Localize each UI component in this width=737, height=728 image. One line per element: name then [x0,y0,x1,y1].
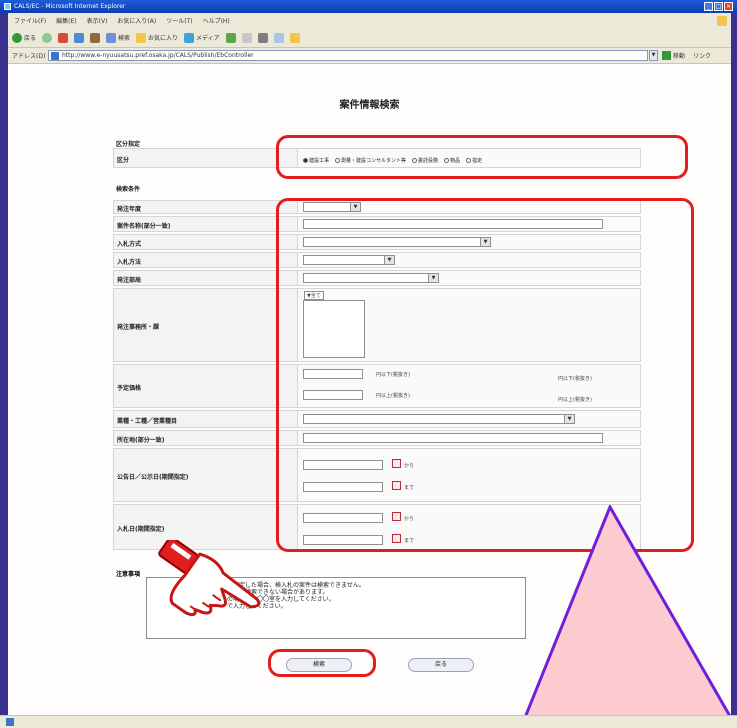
back-arrow-icon [12,32,22,43]
window-titlebar: CALS/EC - Microsoft Internet Explorer _ … [0,0,737,13]
menu-help[interactable]: ヘルプ(H) [203,16,230,25]
history-icon[interactable] [225,32,236,43]
browser-icon [4,3,11,10]
search-icon [106,32,117,43]
back-button[interactable]: 戻る [12,32,36,43]
highlight-kubun [276,135,688,179]
browser-toolbar: 戻る 検索 お気に入り メディア [8,28,731,48]
close-icon[interactable]: × [724,2,733,11]
page-title: 案件情報検索 [339,100,400,111]
kubun-label: 区分 [117,157,130,164]
highlight-search-button [268,649,376,677]
pink-triangle-overlay [520,505,737,727]
home-icon[interactable] [90,32,101,43]
window-title: CALS/EC - Microsoft Internet Explorer [14,3,126,10]
windows-logo-icon [717,15,727,26]
address-url: http://www.e-nyuusatsu.pref.osaka.jp/CAL… [62,52,254,59]
window-frame-left [0,0,8,727]
menu-bar: ファイル(F) 編集(E) 表示(V) お気に入り(A) ツール(T) ヘルプ(… [8,13,731,28]
address-dropdown-icon[interactable]: ▼ [649,50,658,61]
go-arrow-icon [662,51,671,60]
folder-icon[interactable] [289,32,300,43]
status-bar [0,715,737,728]
favorites-button[interactable]: お気に入り [136,32,178,43]
address-label: アドレス(D) [12,53,46,60]
links-button[interactable]: リンク [693,51,711,60]
maximize-icon[interactable]: □ [714,2,723,11]
highlight-search-conditions [276,198,694,552]
refresh-icon[interactable] [74,32,85,43]
media-button[interactable]: メディア [184,32,220,43]
status-page-icon [6,718,14,726]
address-bar: アドレス(D) http://www.e-nyuusatsu.pref.osak… [8,48,731,64]
menu-edit[interactable]: 編集(E) [56,16,76,25]
media-icon [184,32,195,43]
forward-arrow-icon[interactable] [42,32,53,43]
stop-icon[interactable] [58,32,69,43]
edit-icon[interactable] [273,32,284,43]
menu-tools[interactable]: ツール(T) [166,16,192,25]
address-input[interactable]: http://www.e-nyuusatsu.pref.osaka.jp/CAL… [48,50,648,61]
page-icon [51,51,59,60]
kubun-heading: 区分指定 [116,141,141,148]
menu-view[interactable]: 表示(V) [87,16,108,25]
menu-file[interactable]: ファイル(F) [14,16,46,25]
search-heading: 検索条件 [116,186,141,193]
go-button[interactable]: 移動 [662,51,685,60]
print-icon[interactable] [257,32,268,43]
mail-icon[interactable] [241,32,252,43]
minimize-icon[interactable]: _ [704,2,713,11]
star-icon [136,32,147,43]
search-button[interactable]: 検索 [106,32,130,43]
window-controls: _ □ × [704,2,733,11]
back-page-button[interactable]: 戻る [408,658,474,672]
menu-favorites[interactable]: お気に入り(A) [117,16,156,25]
pointing-hand-icon [158,540,261,617]
